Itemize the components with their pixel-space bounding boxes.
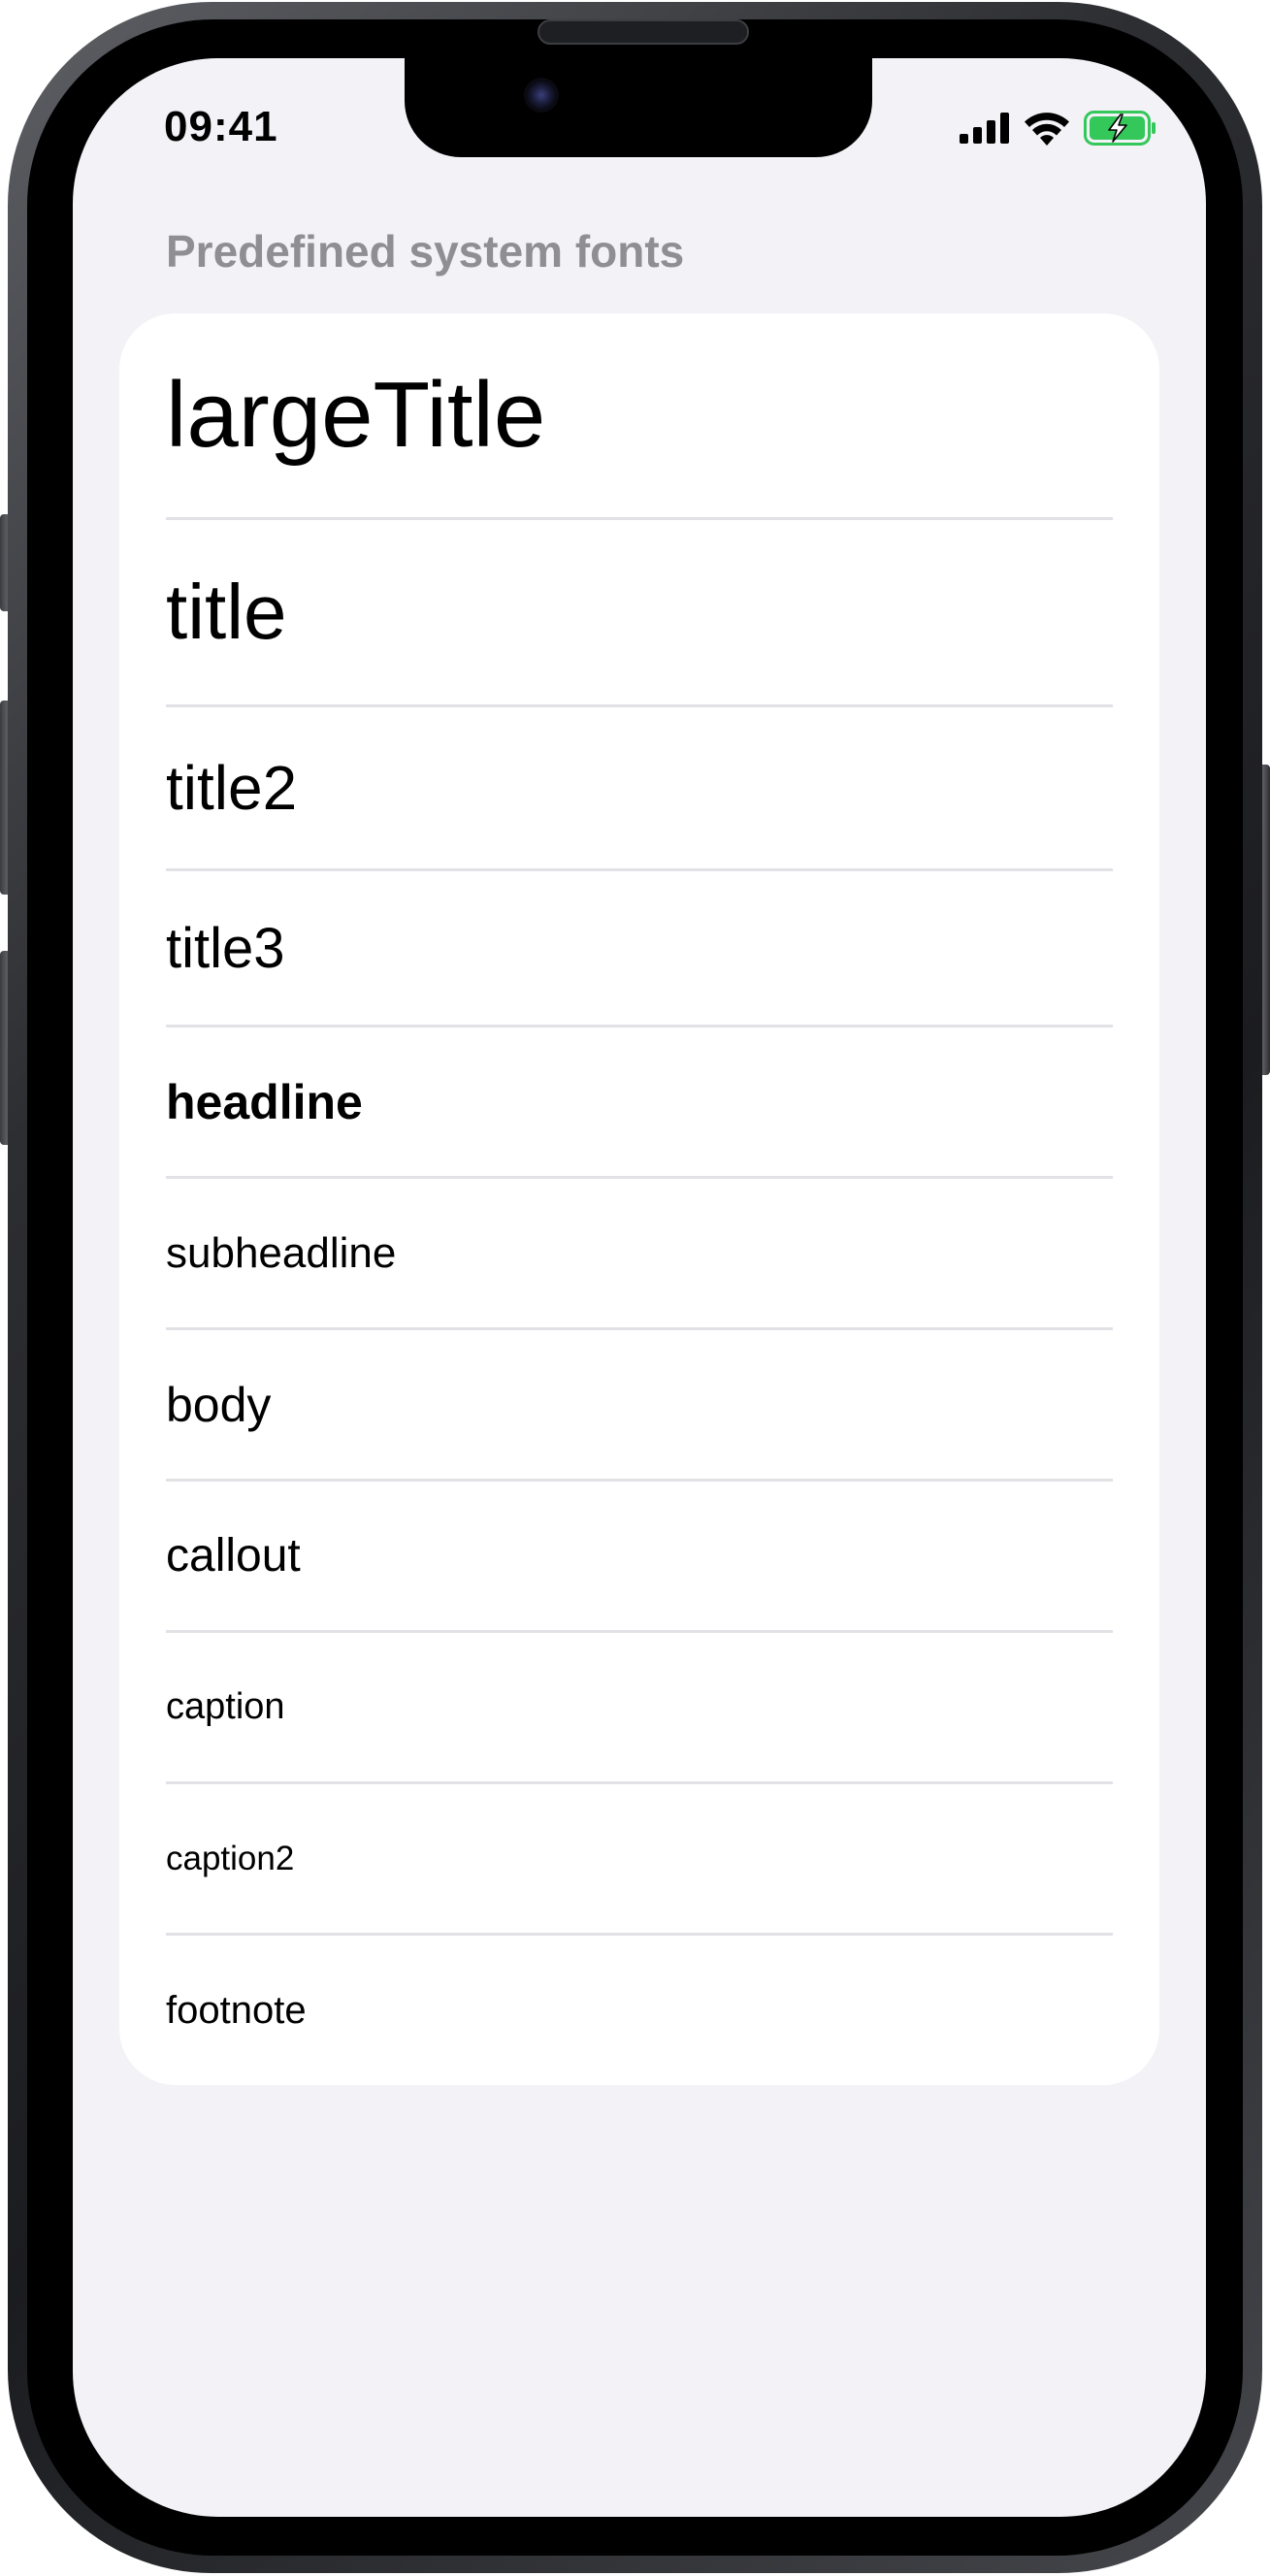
list-item-body: body <box>166 1377 272 1432</box>
list-item-caption: caption <box>166 1686 285 1727</box>
list-item-callout: callout <box>166 1530 301 1581</box>
list-item-title2: title2 <box>166 753 298 823</box>
status-icons <box>960 109 1157 147</box>
status-time: 09:41 <box>164 103 278 150</box>
section-header: Predefined system fonts <box>166 226 685 277</box>
list-item-title3: title3 <box>166 916 285 980</box>
notch <box>405 58 872 157</box>
wifi-icon <box>1024 111 1070 146</box>
font-list-card: largeTitle title title2 title3 headline … <box>119 313 1159 2085</box>
cellular-signal-icon <box>960 113 1010 144</box>
front-camera-icon <box>524 78 559 113</box>
earpiece-speaker <box>537 19 749 45</box>
list-item-caption2: caption2 <box>166 1839 295 1877</box>
list-item-footnote: footnote <box>166 1988 307 2032</box>
list-item-title: title <box>166 569 287 655</box>
list-item-subheadline: subheadline <box>166 1228 397 1277</box>
battery-charging-icon <box>1084 111 1157 146</box>
screen: 09:41 Predefined system fonts largeTitle… <box>73 58 1206 2517</box>
list-item-largetitle: largeTitle <box>166 363 546 467</box>
list-item-headline: headline <box>166 1074 363 1129</box>
